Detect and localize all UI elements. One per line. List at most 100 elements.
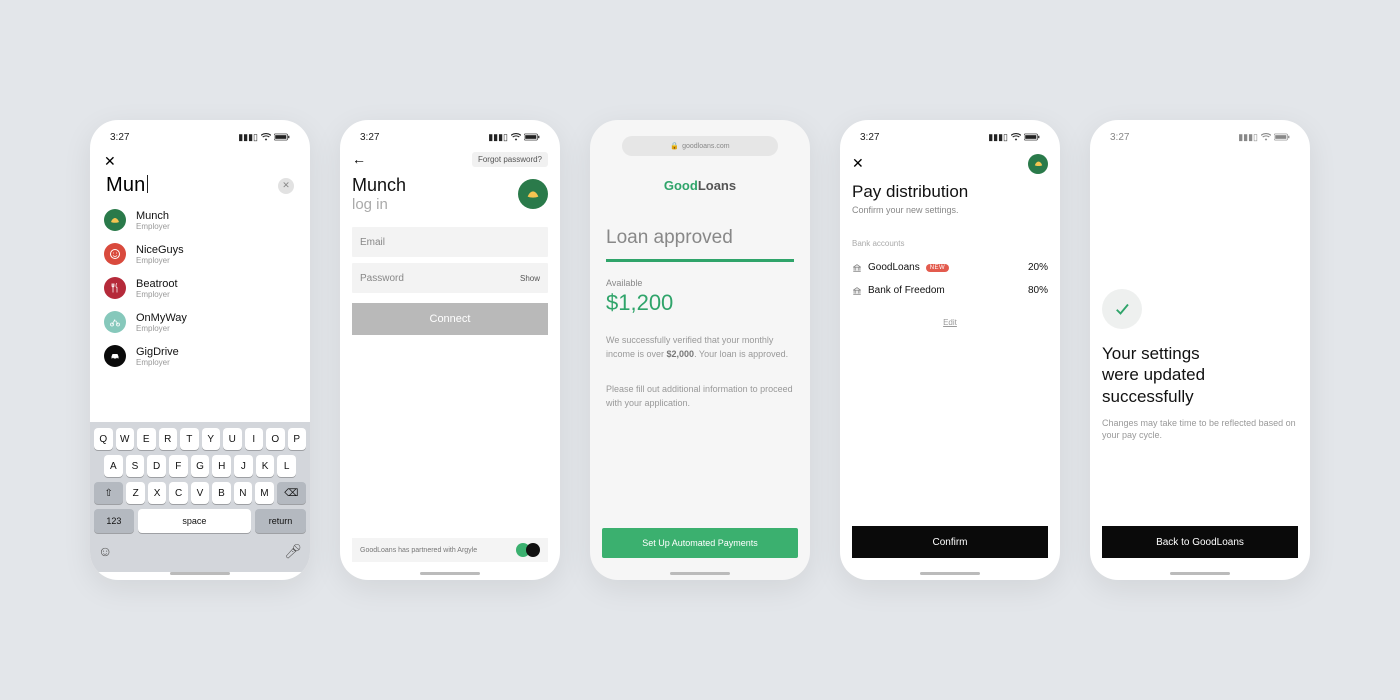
status-bar: 3:27 ▮▮▮▯ bbox=[102, 130, 298, 149]
key-e[interactable]: E bbox=[137, 428, 156, 450]
status-bar: 3:27 ▮▮▮▯ bbox=[1102, 130, 1298, 149]
battery-icon bbox=[1024, 133, 1040, 143]
key-y[interactable]: Y bbox=[202, 428, 221, 450]
employer-sub: Employer bbox=[136, 256, 184, 265]
home-indicator[interactable] bbox=[670, 572, 730, 575]
employer-icon bbox=[104, 277, 126, 299]
signal-icon: ▮▮▮▯ bbox=[1238, 132, 1258, 143]
shift-key[interactable]: ⇧ bbox=[94, 482, 123, 504]
forgot-password-button[interactable]: Forgot password? bbox=[472, 152, 548, 167]
partner-text: GoodLoans has partnered with Argyle bbox=[360, 547, 477, 554]
backspace-key[interactable]: ⌫ bbox=[277, 482, 306, 504]
key-v[interactable]: V bbox=[191, 482, 209, 504]
status-icons: ▮▮▮▯ bbox=[238, 132, 290, 143]
key-g[interactable]: G bbox=[191, 455, 210, 477]
key-b[interactable]: B bbox=[212, 482, 230, 504]
key-z[interactable]: Z bbox=[126, 482, 144, 504]
partner-banner: GoodLoans has partnered with Argyle bbox=[352, 538, 548, 562]
account-name: Bank of Freedom bbox=[868, 285, 945, 296]
close-icon[interactable]: ✕ bbox=[852, 151, 864, 176]
home-indicator[interactable] bbox=[170, 572, 230, 575]
search-input[interactable]: Mun bbox=[106, 174, 148, 197]
signal-icon: ▮▮▮▯ bbox=[988, 132, 1008, 143]
key-k[interactable]: K bbox=[256, 455, 275, 477]
employer-sub: Employer bbox=[136, 324, 187, 333]
accounts-list: GoodLoansNEW20%Bank of Freedom80% bbox=[852, 256, 1048, 302]
home-indicator[interactable] bbox=[420, 572, 480, 575]
key-u[interactable]: U bbox=[223, 428, 242, 450]
employer-item[interactable]: OnMyWayEmployer bbox=[102, 305, 298, 339]
close-icon[interactable]: ✕ bbox=[104, 149, 296, 174]
status-icons: ▮▮▮▯ bbox=[1238, 132, 1290, 143]
key-o[interactable]: O bbox=[266, 428, 285, 450]
employer-sub: Employer bbox=[136, 222, 170, 231]
back-arrow-icon[interactable]: ← bbox=[352, 151, 366, 167]
back-to-goodloans-button[interactable]: Back to GoodLoans bbox=[1102, 526, 1298, 558]
employer-list: MunchEmployerNiceGuysEmployerBeatrootEmp… bbox=[102, 203, 298, 422]
employer-item[interactable]: MunchEmployer bbox=[102, 203, 298, 237]
screen-pay-distribution: 3:27 ▮▮▮▯ ✕ Pay distribution Confirm you… bbox=[840, 120, 1060, 580]
account-row[interactable]: GoodLoansNEW20% bbox=[852, 256, 1048, 279]
password-field[interactable]: Password Show bbox=[352, 263, 548, 293]
clear-search-icon[interactable]: ✕ bbox=[278, 178, 294, 194]
key-t[interactable]: T bbox=[180, 428, 199, 450]
key-c[interactable]: C bbox=[169, 482, 187, 504]
screen-login: 3:27 ▮▮▮▯ ← Forgot password? Munch log i… bbox=[340, 120, 560, 580]
email-field[interactable]: Email bbox=[352, 227, 548, 257]
employer-item[interactable]: GigDriveEmployer bbox=[102, 339, 298, 373]
space-key[interactable]: space bbox=[138, 509, 251, 533]
key-j[interactable]: J bbox=[234, 455, 253, 477]
key-n[interactable]: N bbox=[234, 482, 252, 504]
employer-name: Munch bbox=[136, 210, 170, 222]
connect-button[interactable]: Connect bbox=[352, 303, 548, 335]
wifi-icon bbox=[1261, 133, 1271, 143]
employer-item[interactable]: NiceGuysEmployer bbox=[102, 237, 298, 271]
munch-logo-icon bbox=[1028, 154, 1048, 174]
show-password-button[interactable]: Show bbox=[520, 274, 540, 283]
status-bar: 3:27 ▮▮▮▯ bbox=[852, 130, 1048, 149]
screen-loan-approved: 🔒 goodloans.com GoodLoans Loan approved … bbox=[590, 120, 810, 580]
key-s[interactable]: S bbox=[126, 455, 145, 477]
login-title: Munch bbox=[352, 175, 406, 196]
home-indicator[interactable] bbox=[920, 572, 980, 575]
edit-link[interactable]: Edit bbox=[852, 302, 1048, 327]
key-i[interactable]: I bbox=[245, 428, 264, 450]
battery-icon bbox=[274, 133, 290, 143]
key-p[interactable]: P bbox=[288, 428, 307, 450]
emoji-icon[interactable]: ☺ bbox=[98, 543, 112, 560]
confirm-button[interactable]: Confirm bbox=[852, 526, 1048, 558]
key-d[interactable]: D bbox=[147, 455, 166, 477]
employer-sub: Employer bbox=[136, 290, 178, 299]
setup-payments-button[interactable]: Set Up Automated Payments bbox=[602, 528, 798, 558]
screen-success: 3:27 ▮▮▮▯ Your settings were updated suc… bbox=[1090, 120, 1310, 580]
employer-icon bbox=[104, 243, 126, 265]
mic-icon[interactable]: 🎤︎ bbox=[284, 543, 302, 560]
pay-distribution-title: Pay distribution bbox=[852, 178, 1048, 202]
employer-icon bbox=[104, 209, 126, 231]
key-x[interactable]: X bbox=[148, 482, 166, 504]
key-w[interactable]: W bbox=[116, 428, 135, 450]
return-key[interactable]: return bbox=[255, 509, 306, 533]
key-m[interactable]: M bbox=[255, 482, 273, 504]
key-q[interactable]: Q bbox=[94, 428, 113, 450]
account-row[interactable]: Bank of Freedom80% bbox=[852, 279, 1048, 302]
key-a[interactable]: A bbox=[104, 455, 123, 477]
browser-url-bar[interactable]: 🔒 goodloans.com bbox=[622, 136, 778, 156]
wifi-icon bbox=[511, 133, 521, 143]
available-label: Available bbox=[606, 278, 794, 288]
signal-icon: ▮▮▮▯ bbox=[238, 132, 258, 143]
key-h[interactable]: H bbox=[212, 455, 231, 477]
key-r[interactable]: R bbox=[159, 428, 178, 450]
argyle-icon bbox=[526, 543, 540, 557]
numbers-key[interactable]: 123 bbox=[94, 509, 134, 533]
key-l[interactable]: L bbox=[277, 455, 296, 477]
available-amount: $1,200 bbox=[606, 290, 794, 316]
status-time: 3:27 bbox=[860, 132, 879, 143]
key-f[interactable]: F bbox=[169, 455, 188, 477]
proceed-text: Please fill out additional information t… bbox=[606, 383, 794, 410]
lock-icon: 🔒 bbox=[670, 142, 679, 150]
employer-item[interactable]: BeatrootEmployer bbox=[102, 271, 298, 305]
employer-sub: Employer bbox=[136, 358, 179, 367]
battery-icon bbox=[524, 133, 540, 143]
home-indicator[interactable] bbox=[1170, 572, 1230, 575]
